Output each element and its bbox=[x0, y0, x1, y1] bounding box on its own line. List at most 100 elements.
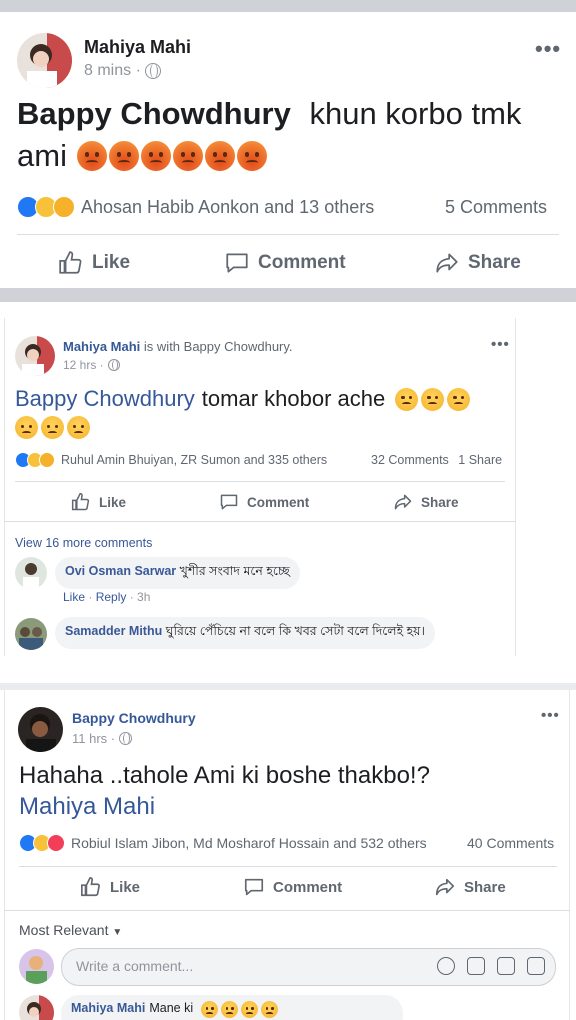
tagged-user[interactable]: Bappy Chowdhury bbox=[15, 386, 195, 412]
commenter-avatar[interactable] bbox=[15, 618, 47, 650]
comment-label: Comment bbox=[247, 494, 310, 510]
wow-reaction-icon bbox=[39, 452, 55, 468]
share-button[interactable]: Share bbox=[434, 876, 506, 898]
camera-icon[interactable] bbox=[467, 957, 485, 975]
comment-icon bbox=[244, 878, 264, 896]
reaction-icons bbox=[15, 452, 55, 468]
comment-bubble: Samadder Mithu ঘুরিয়ে পেঁচিয়ে না বলে ক… bbox=[55, 617, 435, 649]
current-user-avatar[interactable] bbox=[19, 949, 54, 984]
reactions-summary[interactable]: Ruhul Amin Bhuiyan, ZR Sumon and 335 oth… bbox=[15, 452, 327, 468]
comment-button[interactable]: Comment bbox=[219, 492, 309, 512]
comment-like-link[interactable]: Like bbox=[63, 590, 85, 604]
comment-bubble: Mahiya Mahi Mane ki bbox=[61, 995, 403, 1020]
post-meta: 12 hrs · bbox=[63, 358, 120, 372]
comments-count[interactable]: 32 Comments bbox=[371, 453, 449, 467]
divider bbox=[17, 234, 559, 235]
share-button[interactable]: Share bbox=[393, 492, 459, 512]
comment-button[interactable]: Comment bbox=[243, 876, 342, 898]
comment-tools bbox=[437, 957, 545, 975]
post-separator bbox=[0, 288, 576, 302]
post-time[interactable]: 8 mins · bbox=[84, 62, 141, 80]
post-text: Hahaha ..tahole Ami ki boshe thakbo!? bbox=[19, 762, 430, 789]
like-button[interactable]: Like bbox=[71, 492, 126, 512]
tagged-user[interactable]: Mahiya Mahi bbox=[19, 792, 155, 822]
thumbs-up-icon bbox=[71, 492, 90, 511]
frown-emoji-icon bbox=[421, 387, 445, 411]
comment-input[interactable]: Write a comment... bbox=[61, 948, 556, 986]
reaction-icons bbox=[19, 834, 65, 852]
shares-count[interactable]: 1 Share bbox=[458, 453, 502, 467]
frown-emoji-icon bbox=[261, 1001, 279, 1018]
divider bbox=[4, 521, 516, 522]
frown-emoji-icon bbox=[221, 1001, 239, 1018]
post-text-line1: khun korbo tmk bbox=[309, 96, 522, 131]
reactions-summary[interactable]: Robiul Islam Jibon, Md Mosharof Hossain … bbox=[19, 834, 427, 852]
wow-reaction-icon bbox=[53, 196, 75, 218]
reactions-summary[interactable]: Ahosan Habib Aonkon and 13 others bbox=[17, 196, 374, 218]
comments-count[interactable]: 40 Comments bbox=[467, 835, 554, 851]
engagement-counts: 32 Comments 1 Share bbox=[371, 453, 502, 467]
tagged-user[interactable]: Bappy Chowdhury bbox=[17, 96, 291, 131]
view-more-comments-link[interactable]: View 16 more comments bbox=[15, 536, 152, 550]
comment-label: Comment bbox=[258, 252, 346, 273]
frown-emoji-icon bbox=[241, 1001, 259, 1018]
angry-emoji-icon bbox=[172, 141, 203, 171]
reactors-text: Ruhul Amin Bhuiyan, ZR Sumon and 335 oth… bbox=[61, 453, 328, 467]
comment-text: ঘুরিয়ে পেঁচিয়ে না বলে কি খবর সেটা বলে … bbox=[165, 624, 425, 638]
comment-label: Comment bbox=[273, 878, 343, 896]
caret-down-icon: ▼ bbox=[112, 927, 123, 938]
more-options-icon[interactable]: ••• bbox=[541, 707, 560, 724]
angry-emoji-icon bbox=[140, 141, 171, 171]
reactors-text: Ahosan Habib Aonkon and 13 others bbox=[81, 196, 375, 217]
thumbs-up-icon bbox=[59, 251, 82, 274]
post-author[interactable]: Mahiya Mahi bbox=[84, 37, 191, 58]
sticker-icon[interactable] bbox=[527, 957, 545, 975]
like-label: Like bbox=[92, 252, 131, 273]
post-text: Bappy Chowdhury khun korbo tmk bbox=[17, 96, 521, 132]
post-time[interactable]: 12 hrs · bbox=[63, 358, 104, 372]
emoji-icon[interactable] bbox=[437, 957, 455, 975]
emoji-row bbox=[76, 141, 267, 171]
commenter-avatar[interactable] bbox=[15, 557, 47, 589]
post-text-content: tomar khobor ache bbox=[201, 386, 386, 411]
share-button[interactable]: Share bbox=[434, 250, 521, 276]
commenter-name[interactable]: Samadder Mithu bbox=[65, 624, 162, 638]
author-avatar[interactable] bbox=[18, 707, 63, 752]
post-separator bbox=[0, 683, 576, 690]
author-avatar[interactable] bbox=[15, 336, 55, 376]
with-text: is with Bappy Chowdhury. bbox=[143, 339, 293, 354]
comment-icon bbox=[226, 253, 248, 273]
comment-text: খুশীর সংবাদ মনে হচ্ছে bbox=[179, 564, 290, 578]
share-label: Share bbox=[464, 878, 506, 896]
commenter-name[interactable]: Mahiya Mahi bbox=[71, 1001, 145, 1015]
frown-emoji-icon bbox=[395, 387, 419, 411]
comment-button[interactable]: Comment bbox=[224, 250, 346, 276]
more-options-icon[interactable]: ••• bbox=[491, 336, 510, 353]
post-meta: 11 hrs · bbox=[72, 731, 133, 746]
post-text-word: ami bbox=[17, 138, 67, 173]
divider bbox=[15, 481, 505, 482]
post-time[interactable]: 11 hrs · bbox=[72, 731, 115, 746]
share-arrow-icon bbox=[435, 878, 455, 896]
like-label: Like bbox=[110, 878, 141, 896]
post-author[interactable]: Mahiya Mahi bbox=[63, 339, 140, 354]
comment-time[interactable]: 3h bbox=[137, 590, 150, 604]
post-author[interactable]: Bappy Chowdhury bbox=[72, 710, 196, 726]
thumbs-up-icon bbox=[81, 877, 100, 897]
comment-bubble: Ovi Osman Sarwar খুশীর সংবাদ মনে হচ্ছে bbox=[55, 557, 300, 589]
sort-comments-dropdown[interactable]: Most Relevant ▼ bbox=[19, 922, 122, 938]
commenter-name[interactable]: Ovi Osman Sarwar bbox=[65, 564, 176, 578]
like-button[interactable]: Like bbox=[58, 250, 130, 276]
comment-actions: Like · Reply · 3h bbox=[63, 590, 151, 604]
comment-reply-link[interactable]: Reply bbox=[96, 590, 127, 604]
author-avatar[interactable] bbox=[17, 33, 72, 88]
like-button[interactable]: Like bbox=[80, 876, 140, 898]
gif-icon[interactable] bbox=[497, 957, 515, 975]
emoji-row-2 bbox=[15, 416, 90, 439]
more-options-icon[interactable]: ••• bbox=[535, 36, 561, 62]
reactors-text: Robiul Islam Jibon, Md Mosharof Hossain … bbox=[71, 835, 427, 851]
frown-emoji-icon bbox=[447, 387, 471, 411]
comments-count[interactable]: 5 Comments bbox=[445, 197, 547, 218]
sort-label: Most Relevant bbox=[19, 922, 109, 938]
share-label: Share bbox=[421, 494, 459, 510]
